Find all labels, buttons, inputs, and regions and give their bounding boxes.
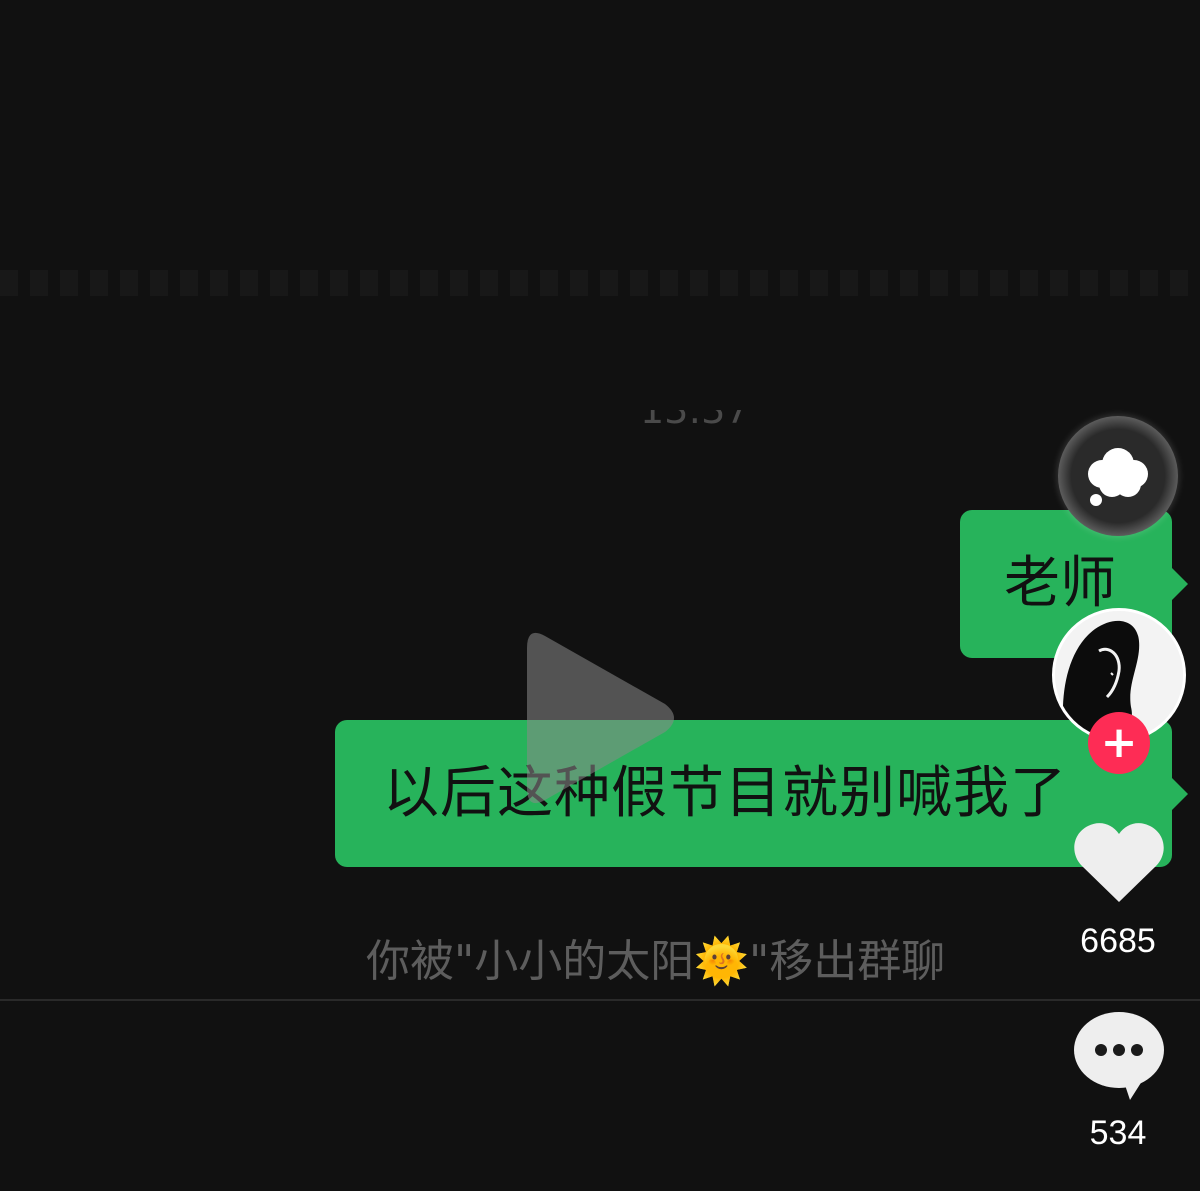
bubble-tail	[1172, 777, 1188, 810]
divider	[0, 999, 1200, 1001]
comment-icon[interactable]	[1072, 1010, 1166, 1102]
thought-bubble-icon	[1088, 448, 1148, 506]
heart-icon[interactable]	[1074, 822, 1164, 904]
like-count: 6685	[1080, 922, 1156, 960]
blurred-row	[0, 270, 1200, 296]
comment-count: 534	[1089, 1114, 1147, 1152]
chat-bubble-text: 以后这种假节目就别喊我了	[383, 760, 1067, 826]
chat-timestamp: 13:37	[640, 410, 760, 434]
play-icon[interactable]	[527, 628, 677, 808]
chat-bubble-2[interactable]: 以后这种假节目就别喊我了	[335, 720, 1188, 867]
follow-button[interactable]: +	[1088, 712, 1150, 774]
bubble-tail	[1172, 568, 1188, 600]
sticker-button[interactable]	[1058, 416, 1178, 536]
timestamp-text: 13:37	[640, 410, 750, 432]
chat-bubble-text: 老师	[1004, 551, 1116, 616]
system-message: 你被"小小的太阳🌞"移出群聊	[366, 936, 946, 987]
